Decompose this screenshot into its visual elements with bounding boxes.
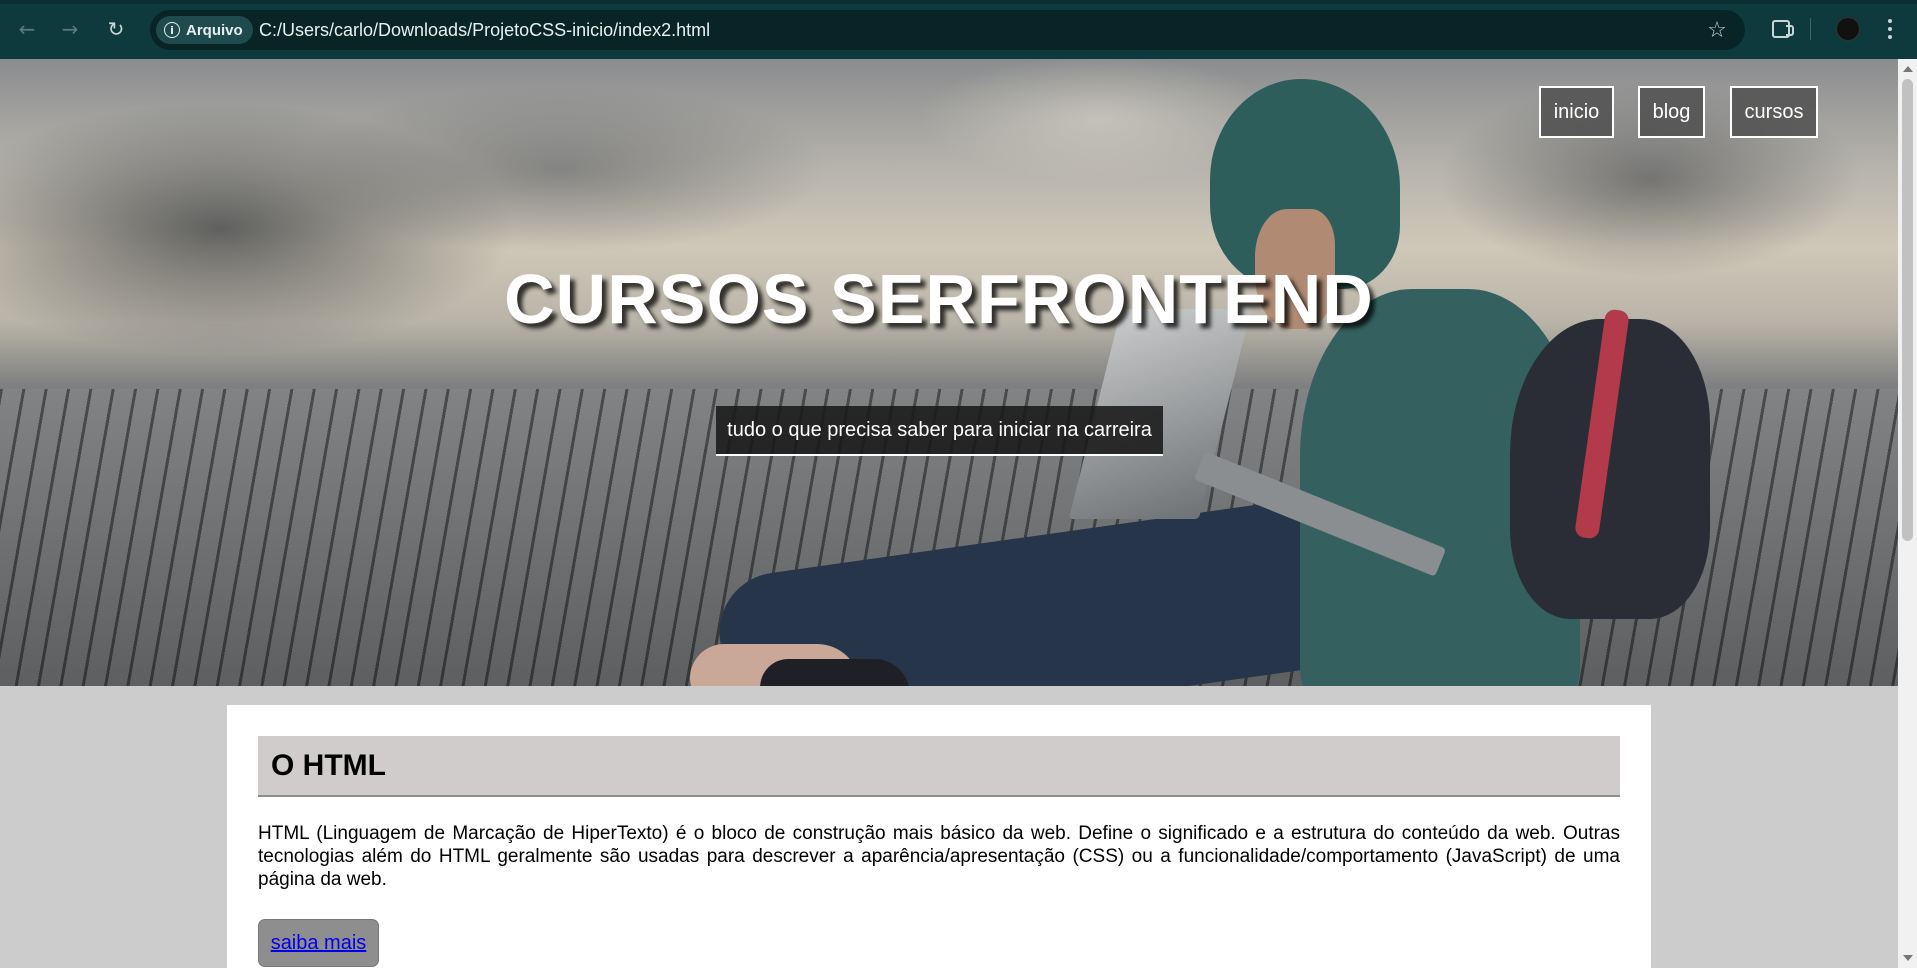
kebab-menu-icon[interactable]: [1880, 14, 1900, 44]
section-heading: O HTML: [258, 736, 1620, 797]
saiba-mais-link[interactable]: saiba mais: [271, 932, 367, 955]
page-title: CURSOS SERFRONTEND: [504, 260, 1374, 338]
reload-icon[interactable]: ↻: [101, 14, 131, 44]
site-info-chip[interactable]: i Arquivo: [156, 16, 253, 44]
browser-toolbar: ← → ↻ i Arquivo C:/Users/carlo/Downloads…: [0, 0, 1917, 59]
url-text[interactable]: C:/Users/carlo/Downloads/ProjetoCSS-inic…: [259, 20, 710, 41]
puzzle-icon[interactable]: [1766, 14, 1796, 44]
info-icon: i: [164, 22, 180, 38]
page-viewport: inicio blog cursos CURSOS SERFRONTEND tu…: [0, 59, 1898, 968]
address-bar[interactable]: i Arquivo C:/Users/carlo/Downloads/Proje…: [150, 10, 1745, 50]
hero-person-shoe: [760, 659, 910, 686]
toolbar-divider: [1810, 18, 1811, 40]
saiba-mais-button[interactable]: saiba mais: [258, 919, 379, 967]
hero-banner: inicio blog cursos CURSOS SERFRONTEND tu…: [0, 59, 1898, 686]
arrow-right-icon[interactable]: →: [55, 14, 85, 44]
site-chip-label: Arquivo: [186, 21, 243, 39]
scrollbar-thumb[interactable]: [1902, 79, 1913, 541]
scroll-down-icon[interactable]: [1903, 955, 1913, 961]
section-body: HTML (Linguagem de Marcação de HiperText…: [258, 823, 1620, 890]
scroll-up-icon[interactable]: [1903, 66, 1913, 72]
content-card: O HTML HTML (Linguagem de Marcação de Hi…: [227, 705, 1651, 968]
arrow-left-icon[interactable]: ←: [12, 14, 42, 44]
vertical-scrollbar[interactable]: [1898, 59, 1917, 968]
nav-link-cursos[interactable]: cursos: [1730, 86, 1818, 138]
tab-strip-edge: [0, 0, 1917, 4]
star-icon[interactable]: ☆: [1703, 16, 1731, 44]
nav-link-blog[interactable]: blog: [1638, 86, 1705, 138]
avatar[interactable]: [1836, 17, 1860, 41]
nav-link-inicio[interactable]: inicio: [1539, 86, 1614, 138]
hero-tagline: tudo o que precisa saber para iniciar na…: [716, 406, 1163, 456]
